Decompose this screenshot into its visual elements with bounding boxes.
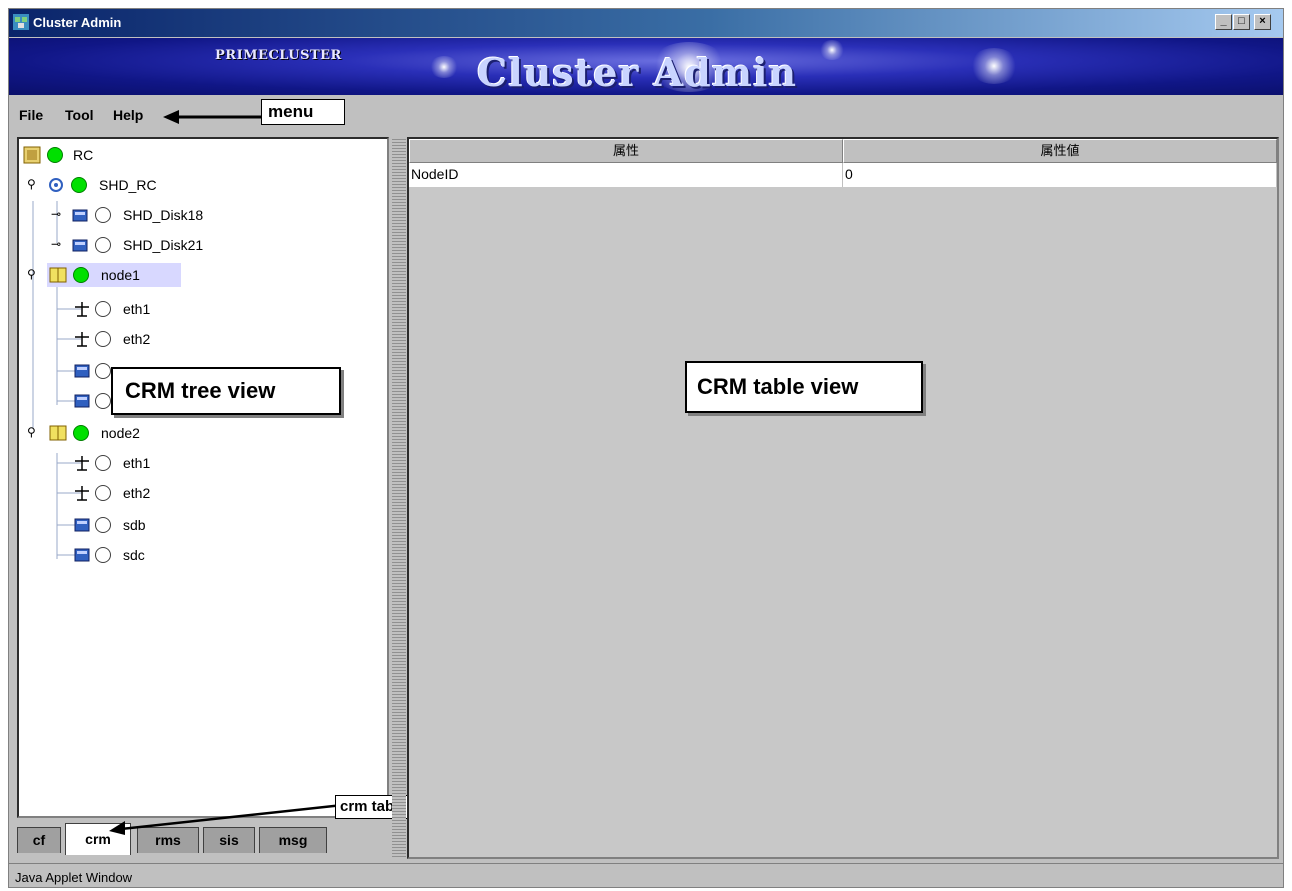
maximize-button[interactable]: □ xyxy=(1233,14,1250,30)
tree-item-label: eth1 xyxy=(123,455,151,471)
tree-item-eth2[interactable]: eth2 xyxy=(19,481,387,505)
status-offline-icon xyxy=(95,455,111,471)
tree-item-label: eth1 xyxy=(123,301,151,317)
status-offline-icon xyxy=(95,485,111,501)
status-bar: Java Applet Window xyxy=(9,863,1283,888)
tree-item-shd-disk18[interactable]: ⊸ SHD_Disk18 xyxy=(19,203,387,227)
status-online-icon xyxy=(47,147,63,163)
banner-star-glow xyxy=(969,48,1019,84)
minimize-button[interactable]: _ xyxy=(1215,14,1232,30)
node-icon xyxy=(49,267,67,283)
status-offline-icon xyxy=(95,393,111,409)
network-icon xyxy=(75,456,89,471)
tree-item-sdc[interactable]: sdc xyxy=(19,543,387,567)
tree-item-label: eth2 xyxy=(123,331,151,347)
expanded-handle-icon[interactable]: ⚲ xyxy=(27,267,36,281)
status-online-icon xyxy=(73,425,89,441)
tree-view-callout: CRM tree view xyxy=(111,367,341,415)
disk-icon xyxy=(74,518,90,532)
tree-item-node2[interactable]: ⚲ node2 xyxy=(19,421,387,445)
tab-callout-arrow-icon xyxy=(109,803,343,835)
menu-file[interactable]: File xyxy=(19,107,43,123)
column-header-attribute-value[interactable]: 属性値 xyxy=(843,139,1277,163)
menu-callout: menu xyxy=(261,99,345,125)
network-icon xyxy=(75,302,89,317)
status-offline-icon xyxy=(95,331,111,347)
tree-item-label: SHD_RC xyxy=(99,177,157,193)
table-row[interactable]: NodeID 0 xyxy=(409,163,1277,187)
tree-item-rc[interactable]: RC xyxy=(19,143,387,167)
crm-tree-view[interactable]: RC ⚲ SHD_RC ⊸ SHD_Disk18 ⊸ SHD_Disk21 ⚲ … xyxy=(17,137,389,818)
status-text: Java Applet Window xyxy=(15,870,133,885)
status-offline-icon xyxy=(95,207,111,223)
close-button[interactable]: × xyxy=(1254,14,1271,30)
status-offline-icon xyxy=(95,237,111,253)
menu-help[interactable]: Help xyxy=(113,107,143,123)
status-offline-icon xyxy=(95,517,111,533)
expanded-handle-icon[interactable]: ⚲ xyxy=(27,177,36,191)
tree-item-shd-disk21[interactable]: ⊸ SHD_Disk21 xyxy=(19,233,387,257)
tree-item-label: RC xyxy=(73,147,94,163)
disk-icon xyxy=(74,364,90,378)
status-offline-icon xyxy=(95,301,111,317)
cluster-icon xyxy=(23,146,41,164)
title-bar[interactable]: Cluster Admin _ □ × xyxy=(9,9,1283,37)
tree-item-label: SHD_Disk18 xyxy=(123,207,204,223)
disk-icon xyxy=(74,548,90,562)
table-header: 属性 属性値 xyxy=(409,139,1277,163)
banner-star-glow xyxy=(819,40,845,60)
column-header-attribute[interactable]: 属性 xyxy=(409,139,843,163)
tree-item-label: node1 xyxy=(101,267,140,283)
cluster-admin-app-icon xyxy=(13,14,29,30)
menu-bar: File Tool Help menu xyxy=(9,97,1283,135)
status-online-icon xyxy=(73,267,89,283)
node-icon xyxy=(49,425,67,441)
table-view-callout: CRM table view xyxy=(685,361,923,413)
tree-item-label: SHD_Disk21 xyxy=(123,237,204,253)
pane-splitter[interactable] xyxy=(392,137,406,859)
tree-item-sdb[interactable]: sdb xyxy=(19,513,387,537)
primecluster-logo: PRIMECLUSTER xyxy=(215,48,342,63)
tree-item-node1[interactable]: ⚲ node1 xyxy=(19,263,387,287)
status-offline-icon xyxy=(95,547,111,563)
crm-table-view[interactable]: 属性 属性値 NodeID 0 CRM table view xyxy=(407,137,1279,859)
tree-item-eth1[interactable]: eth1 xyxy=(19,451,387,475)
window-title: Cluster Admin xyxy=(33,15,122,30)
tree-item-label: sdc xyxy=(123,547,145,563)
header-banner: PRIMECLUSTER Cluster Admin xyxy=(9,38,1283,95)
shared-resource-icon xyxy=(49,178,63,192)
tree-item-label: eth2 xyxy=(123,485,151,501)
tab-cf[interactable]: cf xyxy=(17,827,61,853)
tree-item-label: node2 xyxy=(101,425,140,441)
status-online-icon xyxy=(71,177,87,193)
menu-tool[interactable]: Tool xyxy=(65,107,94,123)
tree-item-eth1[interactable]: eth1 xyxy=(19,297,387,321)
collapsed-handle-icon[interactable]: ⊸ xyxy=(51,207,61,221)
network-icon xyxy=(75,332,89,347)
banner-star-glow xyxy=(429,56,459,78)
disk-icon xyxy=(74,394,90,408)
applet-window: Cluster Admin _ □ × PRIMECLUSTER Cluster… xyxy=(8,8,1284,888)
menu-callout-arrow-icon xyxy=(163,110,263,124)
tree-item-label: sdb xyxy=(123,517,146,533)
expanded-handle-icon[interactable]: ⚲ xyxy=(27,425,36,439)
network-icon xyxy=(75,486,89,501)
tree-item-shd-rc[interactable]: ⚲ SHD_RC xyxy=(19,173,387,197)
banner-title: Cluster Admin xyxy=(477,50,798,95)
cell-attribute-value: 0 xyxy=(843,163,1277,187)
status-offline-icon xyxy=(95,363,111,379)
collapsed-handle-icon[interactable]: ⊸ xyxy=(51,237,61,251)
cell-attribute: NodeID xyxy=(409,163,843,187)
tree-item-eth2[interactable]: eth2 xyxy=(19,327,387,351)
shared-disk-icon xyxy=(72,209,88,222)
shared-disk-icon xyxy=(72,239,88,252)
